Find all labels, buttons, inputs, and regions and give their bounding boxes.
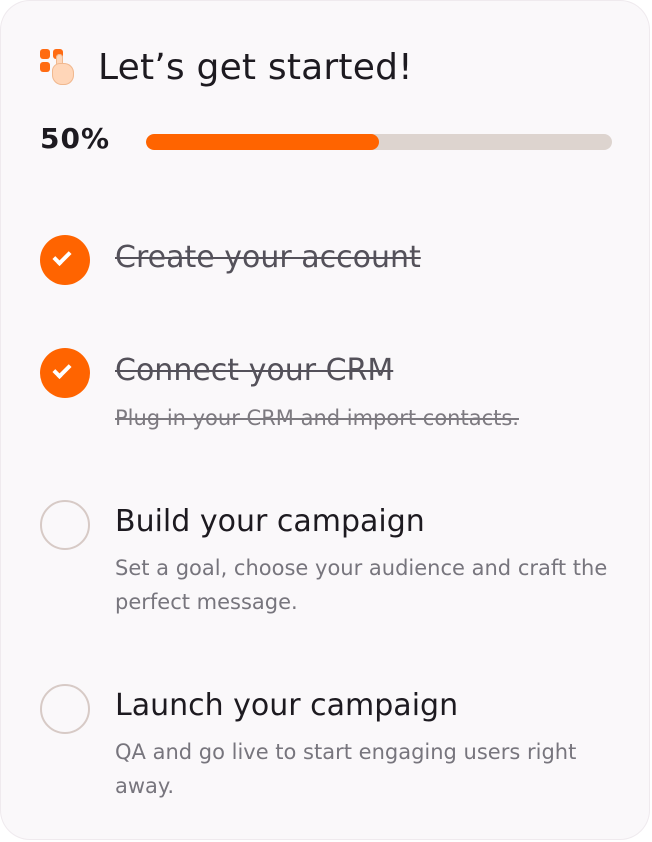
check-done-icon[interactable] [40, 348, 90, 398]
progress-fill [146, 134, 379, 150]
step-title: Build your campaign [115, 504, 425, 539]
hand-pointer-icon [38, 47, 78, 87]
header: Let’s get started! [38, 44, 413, 90]
page-title: Let’s get started! [98, 46, 413, 88]
circle-unchecked-icon[interactable] [40, 500, 90, 550]
progress-section: 50% [40, 122, 612, 160]
onboarding-card: Let’s get started! 50% Create your accou… [0, 0, 650, 840]
step-title: Create your account [115, 240, 421, 275]
progress-percentage: 50% [40, 122, 111, 155]
step-description: QA and go live to start engaging users r… [115, 740, 577, 798]
step-title: Launch your campaign [115, 688, 459, 723]
progress-track [146, 134, 612, 150]
circle-unchecked-icon[interactable] [40, 684, 90, 734]
step-description: Plug in your CRM and import contacts. [115, 406, 519, 430]
step-title: Connect your CRM [115, 353, 394, 388]
check-done-icon[interactable] [40, 235, 90, 285]
step-description: Set a goal, choose your audience and cra… [115, 556, 608, 614]
